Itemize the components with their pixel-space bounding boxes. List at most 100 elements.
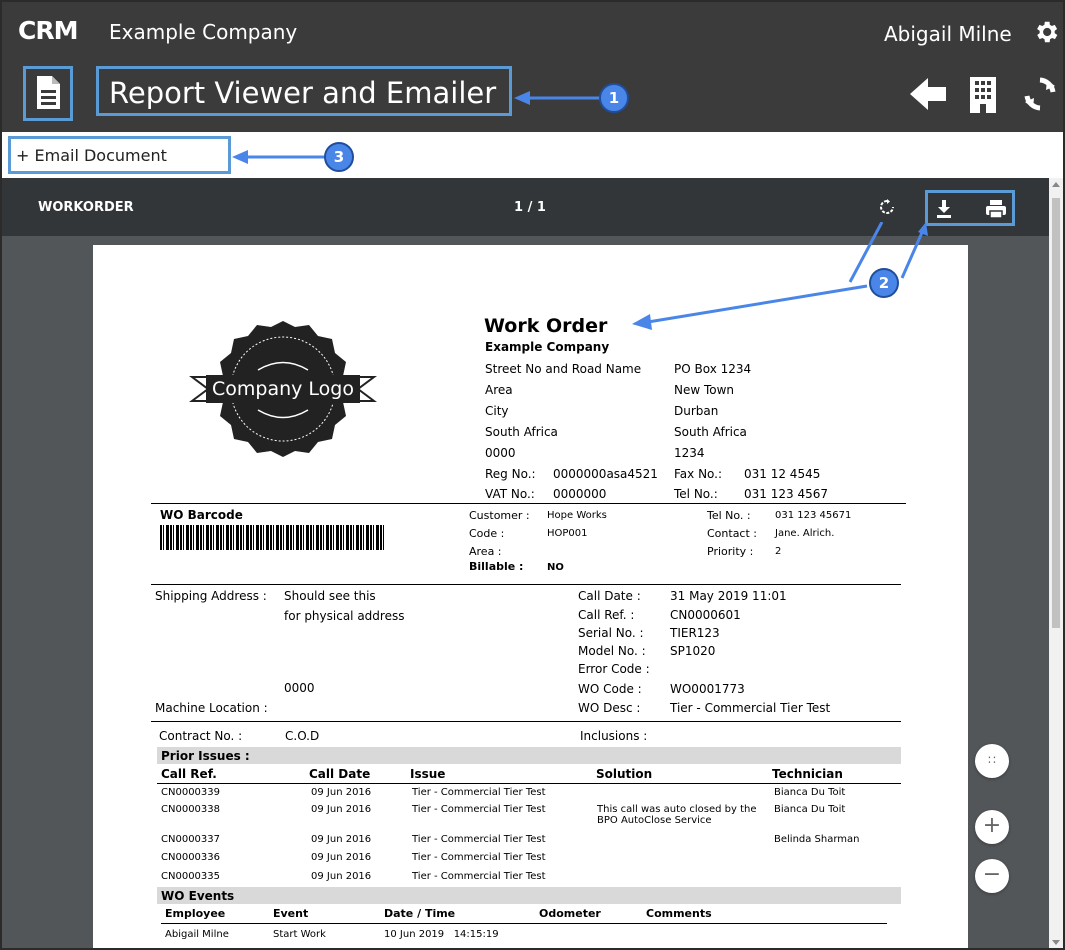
vat-label: VAT No.: (485, 487, 535, 501)
contact-label: Contact : (707, 527, 757, 540)
address-right-5: 1234 (674, 446, 705, 460)
inclusions-label: Inclusions : (580, 729, 648, 743)
code-label: Code : (469, 527, 505, 540)
code-value: HOP001 (547, 528, 588, 539)
table-row: CN0000335 (161, 871, 220, 882)
action-toolbar: + Email Document (2, 132, 1063, 178)
divider (151, 584, 901, 585)
wo-events-bar (157, 887, 901, 904)
prior-header-issue: Issue (410, 767, 446, 781)
refresh-icon[interactable] (1022, 76, 1058, 112)
shipping-line-1: Should see this (284, 589, 376, 603)
scroll-down-arrow[interactable] (1052, 940, 1060, 945)
vat-value: 0000000 (553, 487, 607, 501)
email-highlight: + Email Document (8, 136, 231, 174)
divider (161, 923, 887, 924)
prior-header-technician: Technician (772, 767, 843, 781)
fit-page-button[interactable]: ∷ (975, 744, 1009, 778)
download-print-highlight (925, 190, 1015, 226)
fax-label: Fax No.: (674, 467, 723, 481)
zoom-in-button[interactable]: + (975, 810, 1009, 844)
gear-icon[interactable] (1032, 18, 1060, 46)
contract-label: Contract No. : (159, 729, 243, 743)
priority-value: 2 (775, 546, 782, 557)
callout-3: 3 (324, 142, 354, 172)
address-left-1: Street No and Road Name (485, 362, 642, 376)
model-value: SP1020 (670, 644, 716, 658)
wo-code-label: WO Code : (578, 682, 642, 696)
zoom-out-button[interactable]: − (975, 859, 1009, 893)
wo-events-title: WO Events (161, 889, 235, 903)
download-icon[interactable] (935, 199, 953, 219)
address-left-3: City (485, 404, 509, 418)
report-company: Example Company (485, 340, 610, 354)
serial-label: Serial No. : (578, 626, 644, 640)
scrollbar[interactable] (1049, 178, 1063, 948)
prior-issues-title: Prior Issues : (161, 749, 250, 763)
report-icon-highlight (23, 66, 73, 121)
tel-value: 031 123 4567 (744, 487, 828, 501)
reg-value: 0000000asa4521 (553, 467, 658, 481)
prior-header-calldate: Call Date (309, 767, 371, 781)
callout-2: 2 (869, 268, 899, 298)
call-date-value: 31 May 2019 11:01 (670, 589, 787, 603)
print-icon[interactable] (985, 199, 1007, 219)
prior-header-solution: Solution (596, 767, 653, 781)
events-header-datetime: Date / Time (384, 907, 456, 920)
table-row: Tier - Commercial Tier Test (412, 852, 546, 863)
collapse-icon: ∷ (988, 753, 996, 767)
table-row: Tier - Commercial Tier Test (412, 871, 546, 882)
scrollbar-thumb[interactable] (1052, 198, 1060, 628)
address-right-2: New Town (674, 383, 735, 397)
report-heading: Work Order (484, 315, 608, 337)
rotate-icon[interactable] (879, 199, 895, 215)
ctel-label: Tel No. : (707, 509, 751, 522)
wo-code-value: WO0001773 (670, 682, 745, 696)
contact-value: Jane. Alrich. (775, 528, 835, 539)
error-label: Error Code : (578, 662, 650, 676)
events-header-event: Event (273, 907, 309, 920)
shipping-label: Shipping Address : (155, 589, 267, 603)
barcode-image (160, 525, 385, 550)
priority-label: Priority : (707, 545, 754, 558)
table-row: CN0000338 (161, 804, 220, 815)
fax-value: 031 12 4545 (744, 467, 821, 481)
address-left-4: South Africa (485, 425, 558, 439)
reg-label: Reg No.: (485, 467, 536, 481)
document-icon (37, 76, 60, 109)
callout-1: 1 (599, 83, 629, 113)
table-row: Tier - Commercial Tier Test (412, 787, 546, 798)
callout-arrow-1 (514, 91, 602, 105)
prior-header-callref: Call Ref. (161, 767, 217, 781)
events-header-employee: Employee (165, 907, 226, 920)
user-name[interactable]: Abigail Milne (884, 22, 1012, 46)
serial-value: TIER123 (670, 626, 720, 640)
events-header-odometer: Odometer (539, 907, 601, 920)
table-row: Tier - Commercial Tier Test (412, 834, 546, 845)
barcode-label: WO Barcode (160, 508, 243, 522)
back-arrow-icon[interactable] (908, 76, 948, 112)
email-document-button[interactable]: + Email Document (16, 146, 167, 166)
area-label: Area : (469, 545, 502, 558)
table-row: 09 Jun 2016 (311, 787, 372, 798)
table-row: 09 Jun 2016 (311, 871, 372, 882)
table-row: Tier - Commercial Tier Test (412, 804, 546, 815)
report-page: Company Logo Work Order Example Company … (93, 245, 968, 948)
wo-desc-label: WO Desc : (578, 701, 641, 715)
page-indicator: 1 / 1 (514, 200, 546, 215)
customer-label: Customer : (469, 509, 530, 522)
table-row: CN0000337 (161, 834, 220, 845)
billable-value: NO (547, 562, 564, 573)
contract-value: C.O.D (285, 729, 320, 743)
top-bar: CRM Example Company Abigail Milne (2, 2, 1063, 60)
plus-icon: + (982, 813, 1002, 838)
table-row: 10 Jun 2019 14:15:19 (384, 929, 499, 940)
app-logo: CRM (18, 16, 78, 45)
wo-desc-value: Tier - Commercial Tier Test (670, 701, 831, 715)
callout-arrow-3 (232, 150, 327, 164)
callout-arrow-2 (632, 222, 884, 330)
building-icon[interactable] (968, 76, 998, 114)
scroll-up-arrow[interactable] (1052, 182, 1060, 187)
billable-label: Billable : (469, 560, 524, 573)
table-row: 09 Jun 2016 (311, 852, 372, 863)
